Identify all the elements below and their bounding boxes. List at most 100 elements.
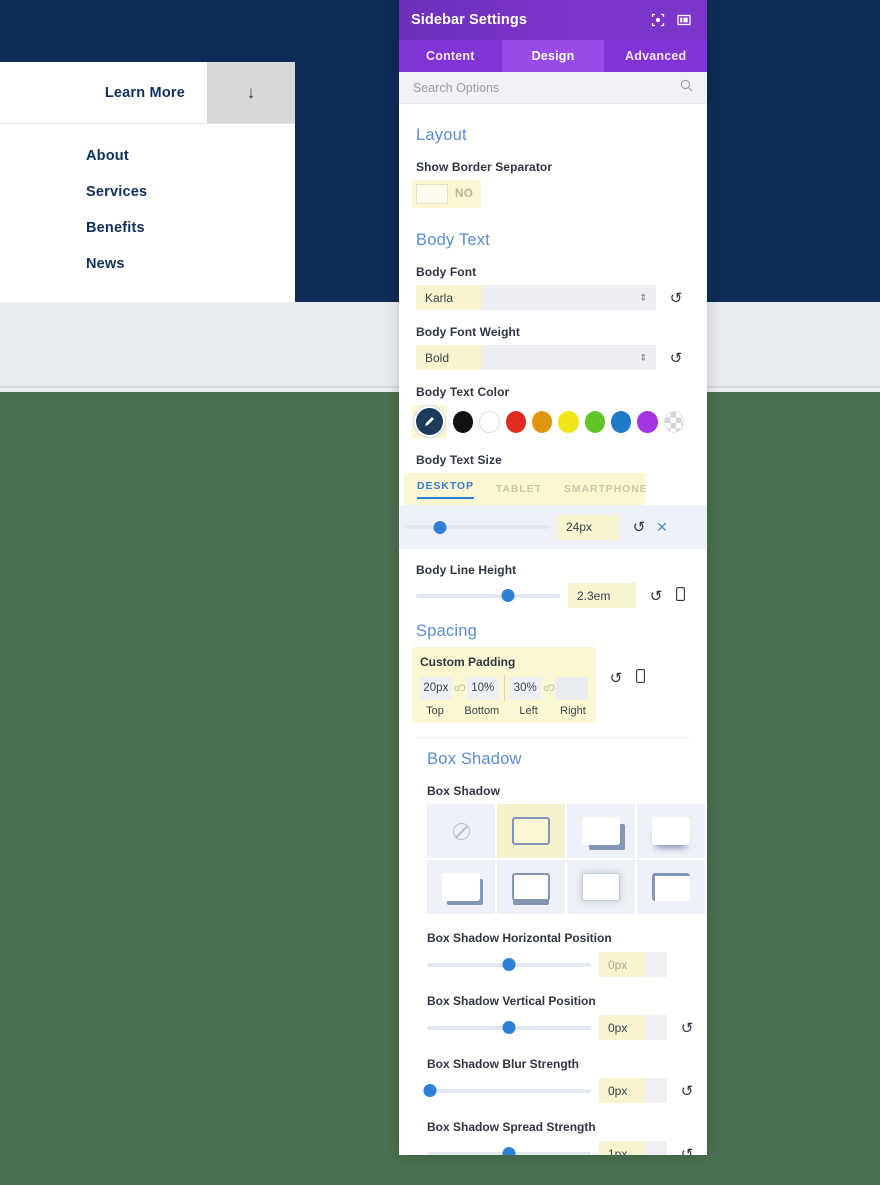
sidebar-item-benefits[interactable]: Benefits [0, 210, 295, 246]
box-shadow-spread-input[interactable]: 1px [599, 1141, 667, 1155]
device-tab-desktop[interactable]: DESKTOP [417, 480, 474, 499]
box-shadow-vertical-input[interactable]: 0px [599, 1015, 667, 1040]
slider-knob[interactable] [423, 1084, 437, 1097]
sidebar-item-services[interactable]: Services [0, 174, 295, 210]
box-shadow-spread-slider[interactable] [427, 1145, 591, 1155]
body-text-size-value: 24px [566, 520, 593, 534]
tab-advanced[interactable]: Advanced [604, 40, 707, 72]
reset-body-font-weight-button[interactable]: ↺ [662, 349, 690, 367]
close-icon[interactable]: ✕ [653, 519, 671, 536]
reset-body-text-size-button[interactable]: ↺ [625, 518, 653, 536]
responsive-device-icon[interactable] [670, 587, 690, 604]
chain-link-icon[interactable]: c/Ͻ [541, 683, 556, 693]
box-shadow-preset-grid [427, 804, 705, 914]
sidebar-item-news[interactable]: News [0, 246, 295, 282]
border-separator-toggle[interactable]: NO [416, 184, 473, 204]
swatch-purple[interactable] [637, 410, 658, 433]
chain-link-icon[interactable]: c/Ͻ [452, 683, 467, 693]
slider-knob[interactable] [502, 1021, 516, 1034]
box-shadow-blur-row: 0px ↺ [416, 1078, 707, 1103]
swatch-red[interactable] [505, 410, 527, 433]
padding-right-input[interactable] [556, 676, 588, 700]
box-shadow-horizontal-row: 0px [416, 952, 707, 977]
body-font-weight-row: Bold ⇕ ↺ [416, 345, 690, 370]
box-shadow-preset-drop-bottom-right[interactable] [567, 804, 635, 858]
swatch-transparent[interactable] [663, 410, 684, 433]
reset-box-shadow-blur-button[interactable]: ↺ [673, 1082, 701, 1100]
device-tab-tablet[interactable]: TABLET [496, 483, 542, 495]
panel-body[interactable]: Layout Show Border Separator NO Body Tex… [399, 104, 707, 1155]
box-shadow-blur-input[interactable]: 0px [599, 1078, 667, 1103]
reset-custom-padding-button[interactable]: ↺ [602, 669, 630, 687]
swatch-white[interactable] [479, 410, 500, 433]
body-text-size-slider-row: 24px ↺ ✕ [399, 505, 707, 549]
swatch-blue[interactable] [610, 410, 632, 433]
reset-body-font-button[interactable]: ↺ [662, 289, 690, 307]
reset-body-line-height-button[interactable]: ↺ [642, 587, 670, 605]
slider-knob[interactable] [433, 520, 447, 534]
body-line-height-value: 2.3em [577, 588, 611, 603]
preset-thumb [582, 817, 620, 845]
box-shadow-horizontal-input[interactable]: 0px [599, 952, 667, 977]
preset-thumb [512, 873, 550, 901]
device-tab-smartphone[interactable]: SMARTPHONE [564, 483, 648, 495]
slider-knob[interactable] [501, 589, 515, 602]
chevron-updown-icon[interactable]: ⇕ [639, 293, 647, 302]
chevron-updown-icon[interactable]: ⇕ [639, 353, 647, 362]
reset-box-shadow-vertical-button[interactable]: ↺ [673, 1019, 701, 1037]
tab-content[interactable]: Content [399, 40, 502, 72]
sidebar-item-about[interactable]: About [0, 138, 295, 174]
body-font-select[interactable]: Karla ⇕ [416, 285, 656, 310]
layout-panel-icon[interactable] [673, 9, 695, 31]
body-text-size-slider[interactable] [404, 518, 549, 536]
reset-box-shadow-spread-button[interactable]: ↺ [673, 1145, 701, 1156]
swatch-yellow[interactable] [558, 410, 579, 433]
box-shadow-preset-none[interactable] [427, 804, 495, 858]
preset-thumb [442, 873, 480, 901]
body-line-height-input[interactable]: 2.3em [568, 583, 636, 608]
slider-knob[interactable] [502, 1147, 516, 1155]
swatch-black[interactable] [453, 410, 474, 433]
body-font-weight-select[interactable]: Bold ⇕ [416, 345, 656, 370]
label-body-line-height: Body Line Height [416, 563, 517, 577]
scroll-down-arrow-icon[interactable]: ↓ [207, 62, 295, 123]
box-shadow-preset-outline[interactable] [497, 804, 565, 858]
box-shadow-preset-glow[interactable] [567, 860, 635, 914]
preset-thumb [582, 873, 620, 901]
color-picker-swatch-selected[interactable] [416, 408, 443, 435]
slider-knob[interactable] [502, 958, 516, 971]
no-shadow-icon [452, 822, 470, 840]
search-input[interactable] [413, 80, 680, 95]
box-shadow-preset-outline-bottom[interactable] [497, 860, 565, 914]
body-font-weight-value: Bold [425, 350, 450, 365]
box-shadow-vertical-slider[interactable] [427, 1019, 591, 1037]
section-title-box-shadow: Box Shadow [427, 750, 522, 768]
sidebar-settings-panel: Sidebar Settings Content Design Advanced… [399, 0, 707, 1155]
body-text-size-input[interactable]: 24px [557, 514, 619, 540]
responsive-device-icon[interactable] [630, 669, 650, 686]
box-shadow-horizontal-value: 0px [608, 957, 628, 972]
swatch-orange[interactable] [532, 410, 553, 433]
box-shadow-preset-soft-bottom[interactable] [637, 804, 705, 858]
body-line-height-slider[interactable] [416, 587, 560, 605]
focus-target-icon[interactable] [647, 9, 669, 31]
panel-header: Sidebar Settings [399, 0, 707, 40]
swatch-green[interactable] [584, 410, 605, 433]
box-shadow-preset-hard-bottom-right[interactable] [427, 860, 495, 914]
tab-design[interactable]: Design [501, 40, 605, 72]
preset-thumb [652, 817, 690, 845]
learn-more-link[interactable]: Learn More [0, 62, 207, 123]
toggle-knob[interactable] [416, 184, 448, 204]
padding-bottom-input[interactable]: 10% [466, 676, 499, 700]
box-shadow-preset-corner-top-left[interactable] [637, 860, 705, 914]
padding-top-input[interactable]: 20px [420, 676, 452, 700]
padding-left-input[interactable]: 30% [509, 676, 542, 700]
box-shadow-horizontal-slider[interactable] [427, 956, 591, 974]
body-text-size-control: DESKTOP TABLET SMARTPHONE 24px ↺ ✕ [399, 473, 707, 549]
box-shadow-vertical-value: 0px [608, 1020, 628, 1035]
search-icon[interactable] [680, 79, 693, 97]
label-box-shadow: Box Shadow [427, 784, 501, 798]
box-shadow-blur-slider[interactable] [423, 1082, 591, 1100]
